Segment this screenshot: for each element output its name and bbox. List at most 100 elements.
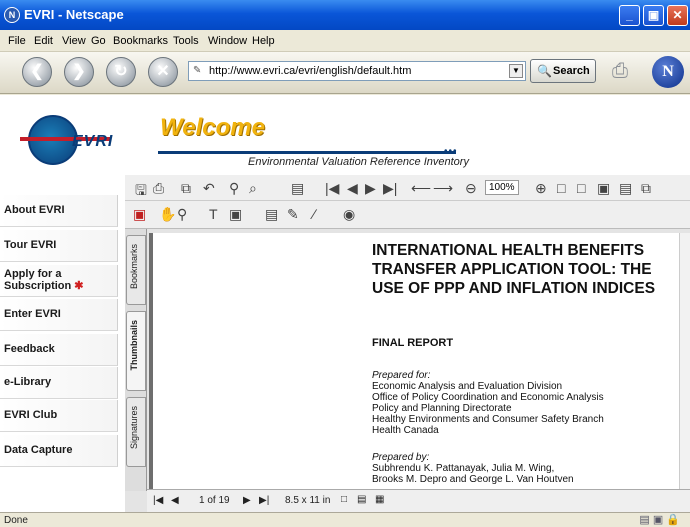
continuous-icon[interactable]: ▤ — [357, 494, 366, 505]
search-icon: 🔍 — [537, 64, 552, 78]
menu-tools[interactable]: Tools — [173, 35, 199, 47]
status-bar: Done ▤ ▣ 🔒 — [0, 512, 690, 527]
zoom-tool-icon[interactable]: ⚲ — [177, 206, 187, 223]
url-bar[interactable]: ✎ http://www.evri.ca/evri/english/defaul… — [188, 61, 526, 81]
hand-tool-icon[interactable]: ✋ — [159, 206, 176, 223]
single-page-icon[interactable]: □ — [341, 494, 347, 505]
menu-view[interactable]: View — [62, 35, 86, 47]
prepared-for-line: Policy and Planning Directorate — [372, 403, 512, 414]
sidebar-item-label: About EVRI — [4, 204, 65, 216]
print-icon[interactable]: ⎙ — [612, 60, 628, 83]
menu-file[interactable]: File — [8, 35, 26, 47]
security-icon[interactable]: ▤ ▣ 🔒 — [639, 513, 680, 526]
fit-width-icon[interactable]: ▣ — [597, 180, 610, 197]
title-bar: N EVRI - Netscape _ ▣ ✕ — [0, 0, 690, 30]
pdf-side-tabs: Bookmarks Thumbnails Signatures — [125, 229, 147, 491]
evri-logo[interactable]: EVRI — [0, 95, 125, 195]
sidebar-item-data-capture[interactable]: Data Capture — [0, 435, 118, 467]
go-back-icon[interactable]: ⟵ — [411, 180, 431, 197]
prepared-for-label: Prepared for: — [372, 370, 431, 381]
prepared-for-line: Health Canada — [372, 425, 439, 436]
actual-size-icon[interactable]: □ — [557, 180, 565, 196]
prepared-for-line: Healthy Environments and Consumer Safety… — [372, 414, 604, 425]
copy-icon[interactable]: ⧉ — [181, 180, 191, 197]
sidebar-item-label: e-Library — [4, 376, 52, 388]
back-button[interactable]: ❮ — [22, 57, 52, 87]
pdf-logo-icon[interactable]: ▣ — [133, 206, 146, 223]
minimize-button[interactable]: _ — [619, 5, 640, 26]
text-select-icon[interactable]: T — [209, 206, 218, 222]
sidebar-item-club[interactable]: EVRI Club — [0, 400, 118, 432]
prev-page-icon[interactable]: ◀ — [171, 495, 179, 506]
reload-button[interactable]: ↻ — [106, 57, 136, 87]
sidebar-item-enter[interactable]: Enter EVRI — [0, 299, 118, 331]
page-indicator[interactable]: 1 of 19 — [199, 495, 230, 506]
prepared-for-line: Office of Policy Coordination and Econom… — [372, 392, 604, 403]
zoom-out-icon[interactable]: ⊖ — [465, 180, 477, 197]
tab-bookmarks[interactable]: Bookmarks — [126, 235, 146, 305]
heading-underline — [158, 151, 456, 154]
note-icon[interactable]: ▤ — [265, 206, 278, 223]
page-content: EVRI Welcome ••• Environmental Valuation… — [0, 95, 690, 512]
page-icon: ✎ — [193, 65, 202, 76]
netscape-icon: N — [4, 7, 20, 23]
sidebar-item-label: Tour EVRI — [4, 239, 57, 251]
next-page-icon[interactable]: ▶ — [365, 180, 376, 197]
sidebar-item-subscription[interactable]: Apply for a Subscription ✱ — [0, 265, 118, 297]
first-page-icon[interactable]: |◀ — [153, 495, 163, 506]
document-subtitle: FINAL REPORT — [372, 337, 454, 349]
sidebar-item-about[interactable]: About EVRI — [0, 195, 118, 227]
maximize-button[interactable]: ▣ — [643, 5, 664, 26]
tab-thumbnails[interactable]: Thumbnails — [126, 311, 146, 391]
export-icon[interactable]: ⧉ — [641, 180, 651, 197]
last-page-icon[interactable]: ▶| — [259, 495, 269, 506]
zoom-level[interactable]: 100% — [485, 180, 519, 195]
sidebar-item-feedback[interactable]: Feedback — [0, 334, 118, 366]
menu-bookmarks[interactable]: Bookmarks — [113, 35, 168, 47]
first-page-icon[interactable]: |◀ — [325, 180, 339, 197]
menu-window[interactable]: Window — [208, 35, 247, 47]
url-text[interactable]: http://www.evri.ca/evri/english/default.… — [209, 65, 411, 77]
site-sidebar: About EVRI Tour EVRI Apply for a Subscrip… — [0, 195, 118, 512]
reflow-icon[interactable]: ▤ — [619, 180, 632, 197]
fit-page-icon[interactable]: □ — [577, 180, 585, 196]
prepared-for-line: Economic Analysis and Evaluation Divisio… — [372, 381, 563, 392]
prepared-by-line: Subhrendu K. Pattanayak, Julia M. Wing, — [372, 463, 555, 474]
page-size: 8.5 x 11 in — [285, 495, 331, 506]
menu-help[interactable]: Help — [252, 35, 275, 47]
tab-signatures[interactable]: Signatures — [126, 397, 146, 467]
web-icon[interactable]: ◉ — [343, 206, 355, 223]
facing-icon[interactable]: ▦ — [375, 494, 384, 505]
document-title: INTERNATIONAL HEALTH BENEFITS TRANSFER A… — [372, 242, 656, 297]
find-icon[interactable]: ⚲ — [229, 180, 239, 197]
last-page-icon[interactable]: ▶| — [383, 180, 397, 197]
url-dropdown-icon[interactable]: ▼ — [509, 64, 523, 78]
menu-edit[interactable]: Edit — [34, 35, 53, 47]
stop-button[interactable]: ✕ — [148, 57, 178, 87]
forward-button[interactable]: ❯ — [64, 57, 94, 87]
pdf-status-bar: |◀ ◀ 1 of 19 ▶ ▶| 8.5 x 11 in □ ▤ ▦ — [147, 489, 690, 512]
search-label: Search — [553, 65, 590, 77]
sidebar-item-elibrary[interactable]: e-Library — [0, 367, 118, 399]
pdf-scrollbar[interactable] — [679, 233, 690, 489]
snapshot-icon[interactable]: ▣ — [229, 206, 242, 223]
zoom-in-icon[interactable]: ⊕ — [535, 180, 547, 197]
highlight-icon[interactable]: ∕ — [313, 206, 315, 222]
close-button[interactable]: ✕ — [667, 5, 688, 26]
search-button[interactable]: 🔍 Search — [530, 59, 596, 83]
sidebar-item-label: Data Capture — [4, 444, 73, 456]
pencil-icon[interactable]: ✎ — [287, 206, 299, 223]
go-forward-icon[interactable]: ⟶ — [433, 180, 453, 197]
sidebar-item-tour[interactable]: Tour EVRI — [0, 230, 118, 262]
print-icon[interactable]: ⎙ — [153, 180, 164, 197]
menu-go[interactable]: Go — [91, 35, 106, 47]
next-page-icon[interactable]: ▶ — [243, 495, 251, 506]
welcome-heading: Welcome — [160, 114, 265, 141]
view-icon[interactable]: ▤ — [291, 180, 304, 197]
prev-page-icon[interactable]: ◀ — [347, 180, 358, 197]
search-doc-icon[interactable]: ⌕ — [249, 180, 257, 197]
required-marker-icon: ✱ — [74, 280, 84, 292]
prepared-by-line: Brooks M. Depro and George L. Van Houtve… — [372, 474, 574, 485]
undo-icon[interactable]: ↶ — [203, 180, 215, 197]
pdf-toolbar-tools: ▣ ✋ ⚲ T ▣ ▤ ✎ ∕ ◉ — [125, 201, 690, 229]
